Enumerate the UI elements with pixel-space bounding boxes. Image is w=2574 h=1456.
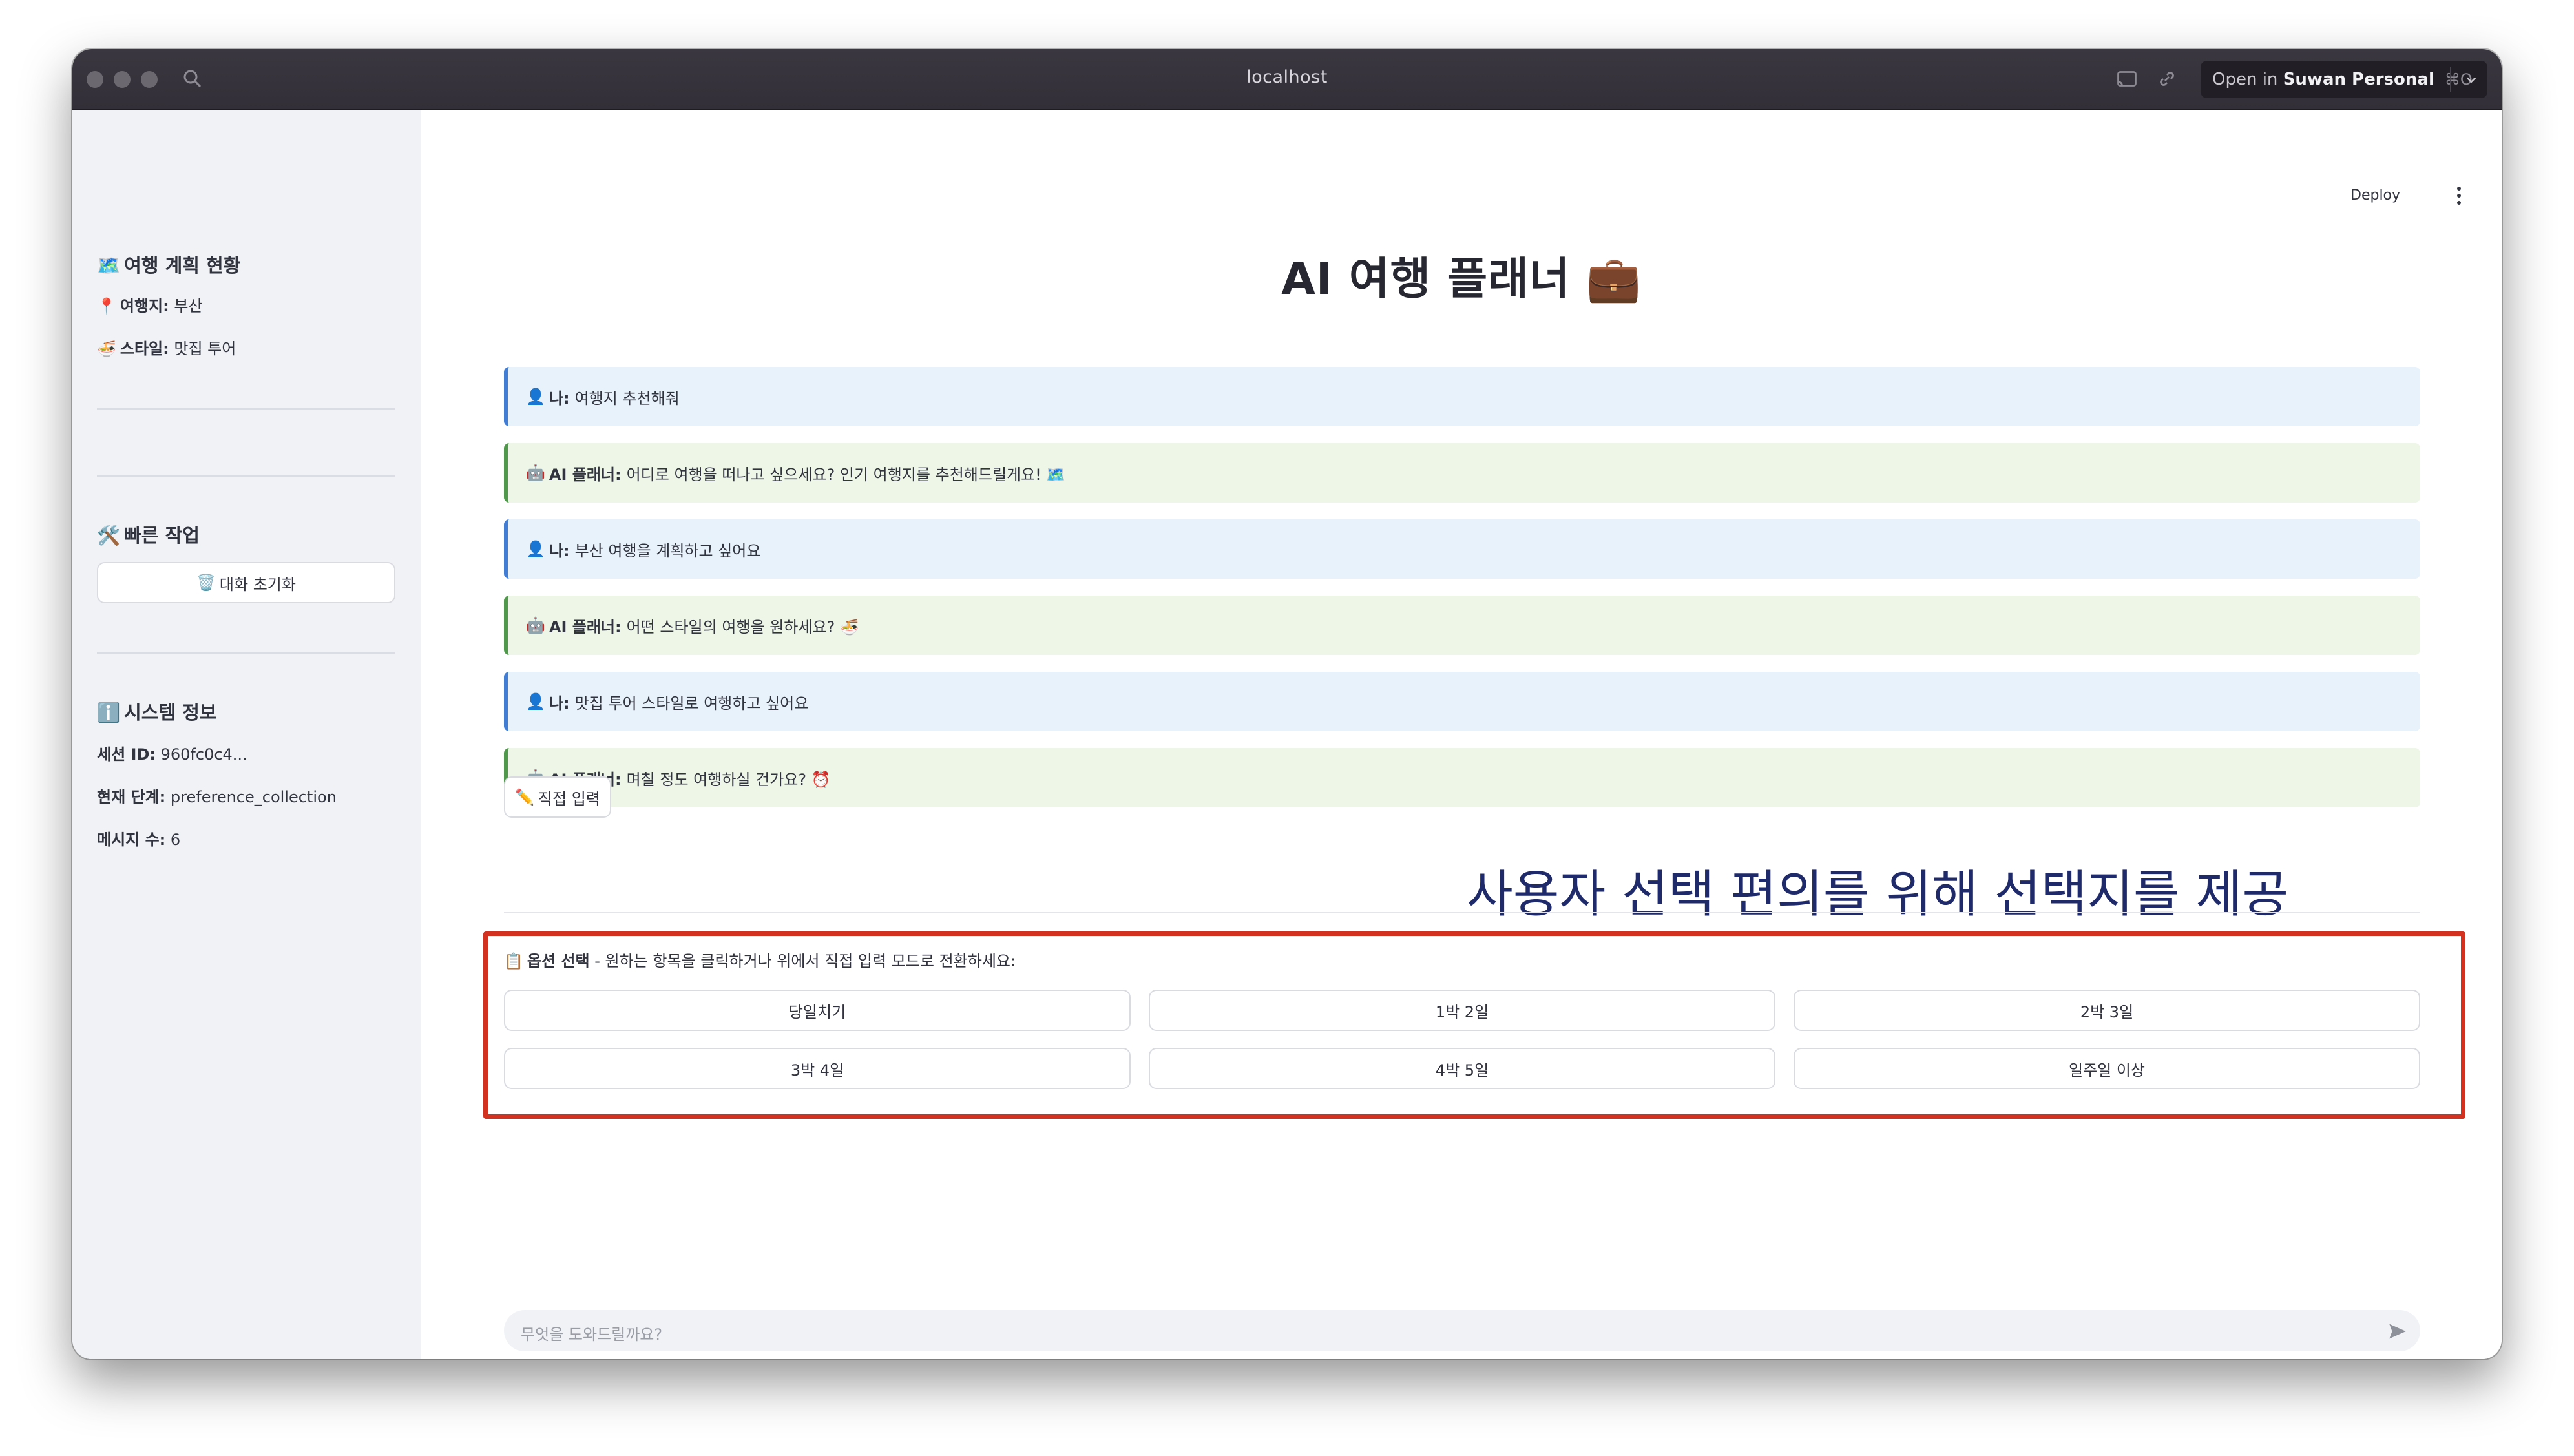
- chat-message-ai: 🤖 AI 플래너: 어떤 스타일의 여행을 원하세요? 🍜: [504, 596, 2420, 655]
- chat-message-user: 👤 나: 부산 여행을 계획하고 싶어요: [504, 519, 2420, 579]
- option-button[interactable]: 1박 2일: [1149, 990, 1775, 1031]
- robot-icon: 🤖: [526, 464, 545, 482]
- direct-input-button[interactable]: ✏️ 직접 입력: [504, 776, 611, 818]
- sidebar-divider: [97, 408, 395, 410]
- options-label: 📋 옵션 선택 - 원하는 항목을 클릭하거나 위에서 직접 입력 모드로 전환하…: [504, 952, 1016, 970]
- trash-icon: 🗑️: [196, 574, 216, 592]
- chat-input-placeholder: 무엇을 도와드릴까요?: [521, 1326, 663, 1344]
- chat-message-ai: 🤖AI 플래너:며칠 정도 여행하실 건가요? ⏰: [504, 748, 2420, 807]
- sidebar-divider: [97, 475, 395, 477]
- pencil-icon: ✏️: [515, 788, 534, 806]
- deploy-button[interactable]: Deploy: [2350, 187, 2400, 203]
- sidebar: 🗺️ 여행 계획 현황 📍 여행지: 부산 🍜 스타일: 맛집 투어 🛠️ 빠른 작업 …: [72, 110, 421, 1359]
- chat-message-user: 👤 나: 맛집 투어 스타일로 여행하고 싶어요: [504, 672, 2420, 731]
- chat-message-ai: 🤖 AI 플래너: 어디로 여행을 떠나고 싶으세요? 인기 여행지를 추천해드릴게…: [504, 443, 2420, 503]
- travel-status-heading: 🗺️ 여행 계획 현황: [97, 255, 241, 276]
- sidebar-divider: [97, 652, 395, 654]
- option-button[interactable]: 4박 5일: [1149, 1048, 1775, 1089]
- link-icon[interactable]: [2154, 67, 2180, 90]
- section-divider: [504, 912, 2420, 913]
- main-content: Deploy AI 여행 플래너 💼 👤 나: 여행지 추천해줘 🤖 AI 플래너: 어…: [421, 110, 2502, 1359]
- chat-input[interactable]: 무엇을 도와드릴까요?: [504, 1310, 2420, 1351]
- robot-icon: 🤖: [526, 616, 545, 634]
- chevron-down-icon[interactable]: [2462, 70, 2481, 89]
- pin-icon: 📍: [97, 297, 116, 315]
- more-menu-icon[interactable]: [2456, 186, 2462, 205]
- reset-chat-button[interactable]: 🗑️ 대화 초기화: [97, 562, 395, 603]
- user-icon: 👤: [526, 388, 545, 406]
- info-icon: ℹ️: [97, 702, 121, 723]
- session-id-info: 세션 ID: 960fc0c4...: [97, 745, 247, 764]
- food-icon: 🍜: [97, 340, 116, 358]
- open-in-label: Open in Suwan Personal: [2212, 70, 2434, 89]
- user-icon: 👤: [526, 540, 545, 558]
- option-button[interactable]: 당일치기: [504, 990, 1131, 1031]
- quick-actions-heading: 🛠️ 빠른 작업: [97, 525, 200, 546]
- chat-message-user: 👤 나: 여행지 추천해줘: [504, 367, 2420, 426]
- annotation-text: 사용자 선택 편의를 위해 선택지를 제공: [1467, 866, 2289, 924]
- clipboard-icon: 📋: [504, 952, 523, 970]
- tools-icon: 🛠️: [97, 525, 121, 546]
- browser-titlebar: localhost Open in Suwan Personal ⌘O: [72, 49, 2502, 110]
- cast-icon[interactable]: [2114, 67, 2140, 90]
- send-icon[interactable]: [2387, 1320, 2409, 1342]
- open-in-button[interactable]: Open in Suwan Personal ⌘O: [2201, 61, 2487, 98]
- style-info: 🍜 스타일: 맛집 투어: [97, 340, 236, 358]
- map-icon: 🗺️: [97, 255, 121, 276]
- message-count-info: 메시지 수: 6: [97, 831, 181, 849]
- user-icon: 👤: [526, 692, 545, 711]
- option-button[interactable]: 3박 4일: [504, 1048, 1131, 1089]
- destination-info: 📍 여행지: 부산: [97, 297, 203, 315]
- browser-window: localhost Open in Suwan Personal ⌘O 🗺️ 여행…: [72, 49, 2502, 1359]
- option-button[interactable]: 일주일 이상: [1794, 1048, 2420, 1089]
- system-info-heading: ℹ️ 시스템 정보: [97, 702, 217, 723]
- page-title: AI 여행 플래너 💼: [1281, 254, 1642, 305]
- option-button[interactable]: 2박 3일: [1794, 990, 2420, 1031]
- current-stage-info: 현재 단계: preference_collection: [97, 788, 337, 806]
- divider: [2450, 67, 2451, 92]
